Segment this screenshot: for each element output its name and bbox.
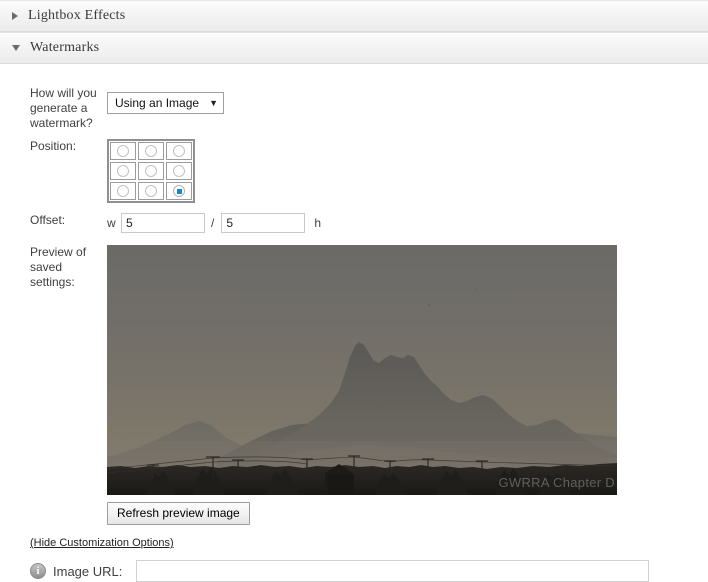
customization-link-row: (Hide Customization Options) — [0, 535, 708, 549]
refresh-field: Refresh preview image — [107, 502, 708, 525]
generate-method-field: Using an Image ▼ — [107, 86, 708, 114]
radio-icon-selected[interactable] — [173, 185, 185, 197]
position-cell-top-center[interactable] — [138, 142, 164, 160]
panel-header-watermarks[interactable]: Watermarks — [0, 32, 708, 64]
chevron-down-icon: ▼ — [209, 98, 218, 108]
offset-field: w / h — [107, 213, 708, 233]
preview-image-graphic — [107, 245, 617, 495]
image-url-input[interactable] — [136, 560, 649, 582]
refresh-preview-image-button[interactable]: Refresh preview image — [107, 502, 250, 525]
offset-separator: / — [211, 216, 215, 230]
position-cell-middle-right[interactable] — [166, 162, 192, 180]
preview-row: Preview of saved settings: GWRRA Chapter… — [0, 245, 708, 495]
generate-method-row: How will you generate a watermark? Using… — [0, 86, 708, 131]
position-field — [107, 139, 708, 203]
offset-height-tag: h — [314, 216, 322, 230]
radio-icon[interactable] — [117, 185, 129, 197]
position-cell-bottom-left[interactable] — [110, 182, 136, 200]
radio-icon[interactable] — [173, 165, 185, 177]
preview-image: GWRRA Chapter D — [107, 245, 617, 495]
position-row: Position: — [0, 139, 708, 203]
radio-icon[interactable] — [145, 185, 157, 197]
radio-icon[interactable] — [173, 145, 185, 157]
radio-icon[interactable] — [117, 145, 129, 157]
generate-method-label: How will you generate a watermark? — [30, 86, 97, 130]
chevron-right-icon — [12, 12, 18, 20]
offset-label: Offset: — [30, 213, 66, 227]
position-cell-middle-left[interactable] — [110, 162, 136, 180]
offset-row: Offset: w / h — [0, 213, 708, 233]
position-cell-bottom-right[interactable] — [166, 182, 192, 200]
image-url-row: i Image URL: — [0, 560, 708, 582]
chevron-down-icon — [12, 45, 20, 51]
image-url-label: Image URL: — [53, 563, 123, 579]
panel-title-watermarks: Watermarks — [30, 40, 100, 55]
panel-title-lightbox-effects: Lightbox Effects — [28, 8, 126, 23]
info-icon[interactable]: i — [30, 563, 46, 579]
generate-method-selected-value: Using an Image — [115, 96, 200, 110]
preview-field: GWRRA Chapter D — [107, 245, 708, 495]
position-cell-top-right[interactable] — [166, 142, 192, 160]
radio-icon[interactable] — [145, 145, 157, 157]
generate-method-select[interactable]: Using an Image ▼ — [107, 92, 224, 114]
position-label: Position: — [30, 139, 77, 153]
offset-width-tag: w — [107, 216, 116, 230]
watermarks-panel-body: How will you generate a watermark? Using… — [0, 86, 708, 582]
hide-customization-options-link[interactable]: (Hide Customization Options) — [30, 537, 174, 549]
preview-label: Preview of saved settings: — [30, 245, 87, 289]
position-cell-bottom-center[interactable] — [138, 182, 164, 200]
watermark-text-overlay: GWRRA Chapter D — [498, 475, 615, 490]
offset-width-input[interactable] — [121, 213, 205, 233]
position-cell-top-left[interactable] — [110, 142, 136, 160]
offset-height-input[interactable] — [221, 213, 306, 233]
position-grid[interactable] — [107, 139, 195, 203]
radio-icon[interactable] — [145, 165, 157, 177]
panel-header-lightbox-effects[interactable]: Lightbox Effects — [0, 0, 708, 32]
refresh-row: Refresh preview image — [0, 502, 708, 525]
position-cell-middle-center[interactable] — [138, 162, 164, 180]
radio-icon[interactable] — [117, 165, 129, 177]
